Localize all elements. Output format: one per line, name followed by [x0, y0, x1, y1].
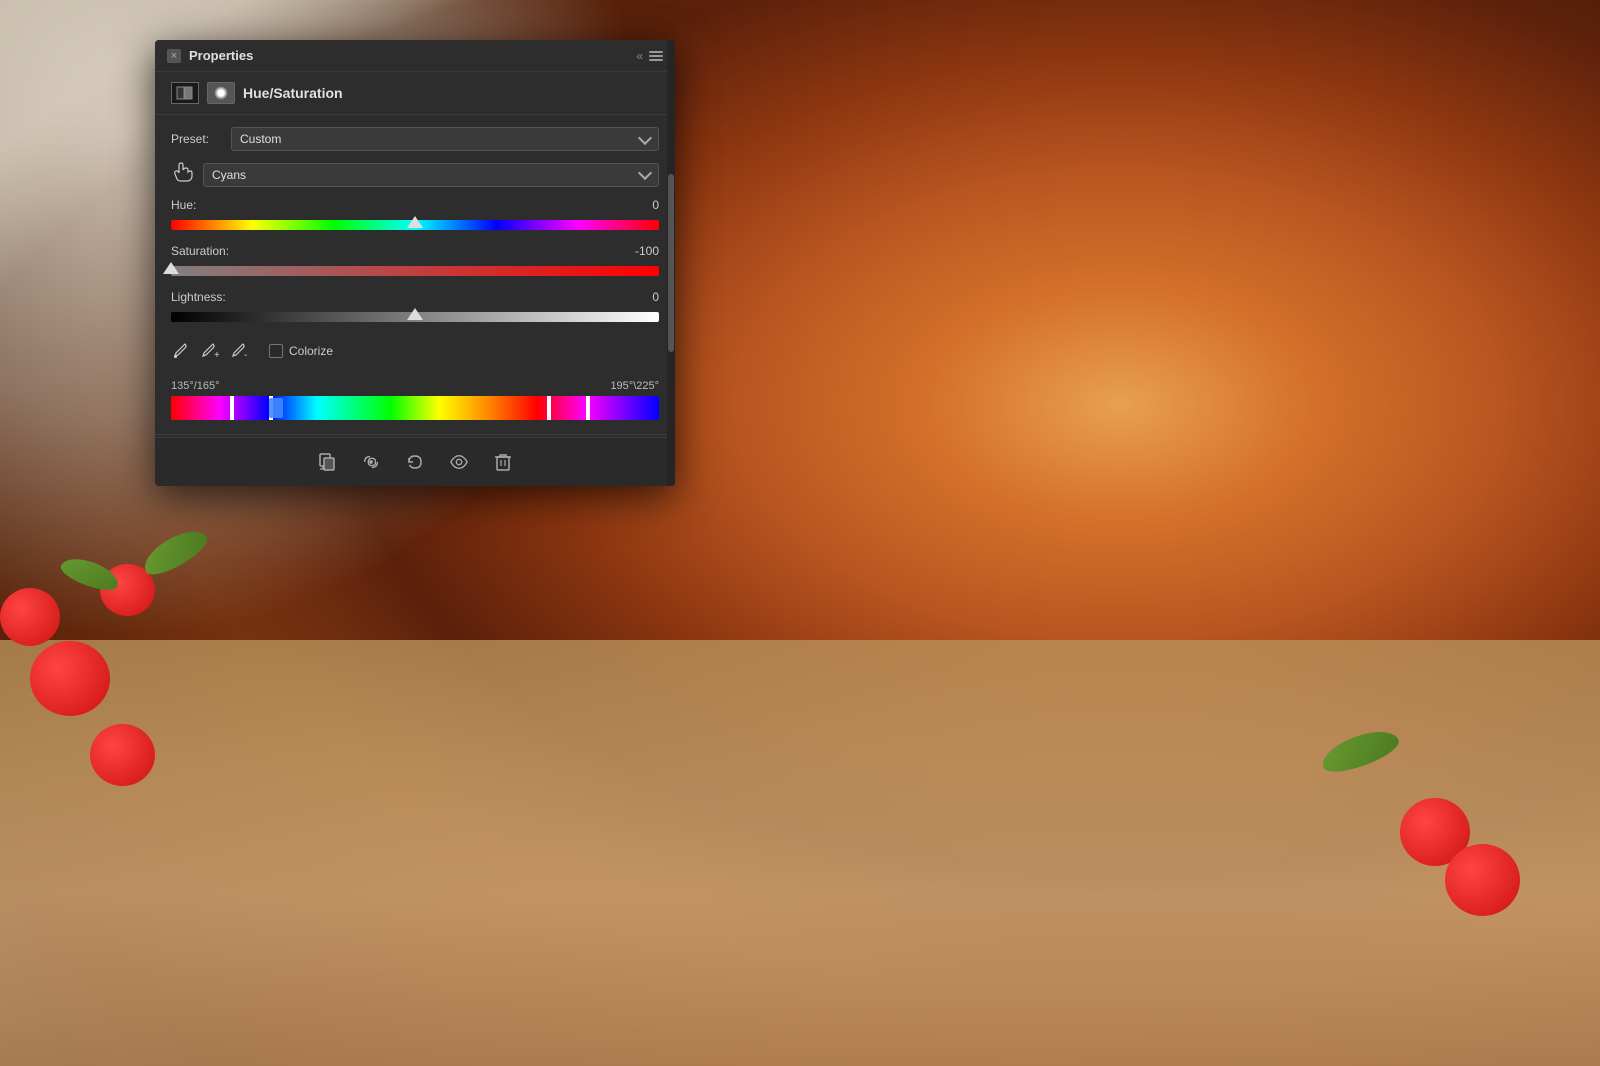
saturation-track	[171, 266, 659, 276]
adjustment-layer-icon[interactable]	[171, 82, 199, 104]
hue-label: Hue:	[171, 198, 196, 212]
collapse-button[interactable]: «	[636, 49, 643, 63]
saturation-section: Saturation: -100	[171, 244, 659, 280]
hue-section: Hue: 0	[171, 198, 659, 234]
channel-dropdown-arrow	[638, 166, 652, 180]
saturation-slider[interactable]	[171, 262, 659, 280]
hue-slider[interactable]	[171, 216, 659, 234]
close-button[interactable]: ×	[167, 49, 181, 63]
panel-titlebar: × Properties «	[155, 40, 675, 72]
layer-header: Hue/Saturation	[155, 72, 675, 115]
trash-icon	[493, 452, 513, 472]
saturation-header: Saturation: -100	[171, 244, 659, 258]
colorize-row: Colorize	[269, 344, 333, 358]
wood-board	[0, 640, 1600, 1066]
scroll-thumb[interactable]	[668, 174, 674, 352]
tomato-decoration	[1445, 844, 1520, 916]
mask-icon[interactable]	[207, 82, 235, 104]
colorize-label: Colorize	[289, 344, 333, 358]
clip-to-layer-button[interactable]	[313, 448, 341, 476]
eyedropper-svg	[171, 342, 189, 360]
separator	[155, 434, 675, 435]
properties-panel: × Properties « Hue/Saturation	[155, 40, 675, 486]
channel-value: Cyans	[212, 168, 246, 182]
finger-tool-icon[interactable]	[171, 161, 193, 188]
color-range-strip[interactable]	[171, 396, 659, 420]
panel-title: Properties	[189, 48, 253, 63]
preset-label: Preset:	[171, 132, 221, 146]
panel-content: Preset: Custom Cyans Hue: 0	[155, 115, 675, 432]
reset-button[interactable]	[401, 448, 429, 476]
eyedropper-tool[interactable]	[171, 342, 189, 360]
panel-menu-button[interactable]	[649, 51, 663, 61]
layer-icon-svg	[176, 86, 194, 100]
lightness-thumb[interactable]	[407, 308, 423, 320]
eyedropper-sub-svg: -	[231, 342, 249, 360]
svg-text:-: -	[244, 350, 247, 360]
lightness-header: Lightness: 0	[171, 290, 659, 304]
preset-dropdown-arrow	[638, 130, 652, 144]
hue-thumb[interactable]	[407, 216, 423, 228]
hue-header: Hue: 0	[171, 198, 659, 212]
link-visibility-button[interactable]	[357, 448, 385, 476]
lightness-slider[interactable]	[171, 308, 659, 326]
range-handle-left1[interactable]	[230, 396, 234, 420]
clip-icon	[317, 452, 337, 472]
panel-header-title: Hue/Saturation	[243, 85, 343, 101]
panel-bottom-bar	[155, 437, 675, 486]
link-icon	[361, 452, 381, 472]
eyedropper-add-tool[interactable]: +	[201, 342, 219, 360]
saturation-label: Saturation:	[171, 244, 229, 258]
range-cyan-handle[interactable]	[269, 398, 283, 418]
preset-dropdown[interactable]: Custom	[231, 127, 659, 151]
saturation-value: -100	[635, 244, 659, 258]
reset-icon	[405, 452, 425, 472]
eyedropper-add-svg: +	[201, 342, 219, 360]
channel-dropdown[interactable]: Cyans	[203, 163, 659, 187]
svg-text:+: +	[214, 350, 219, 360]
panel-title-left: × Properties	[167, 48, 253, 63]
visibility-button[interactable]	[445, 448, 473, 476]
saturation-thumb[interactable]	[163, 262, 179, 274]
eyedropper-subtract-tool[interactable]: -	[231, 342, 249, 360]
color-range-labels: 135°/165° 195°\225°	[171, 380, 659, 392]
range-right-label: 195°\225°	[610, 380, 659, 392]
color-range-section: 135°/165° 195°\225°	[171, 376, 659, 420]
preset-row: Preset: Custom	[171, 127, 659, 151]
tomato-decoration	[30, 641, 110, 716]
lightness-label: Lightness:	[171, 290, 226, 304]
range-left-label: 135°/165°	[171, 380, 220, 392]
hue-value: 0	[652, 198, 659, 212]
channel-row: Cyans	[171, 161, 659, 188]
preset-value: Custom	[240, 132, 281, 146]
lightness-value: 0	[652, 290, 659, 304]
hand-svg	[171, 161, 193, 183]
colorize-checkbox[interactable]	[269, 344, 283, 358]
range-handle-right1[interactable]	[547, 396, 551, 420]
tomato-decoration	[0, 588, 60, 646]
range-handle-right2[interactable]	[586, 396, 590, 420]
tomato-decoration	[90, 724, 155, 786]
lightness-section: Lightness: 0	[171, 290, 659, 326]
tools-row: + - Colorize	[171, 336, 659, 366]
delete-button[interactable]	[489, 448, 517, 476]
eye-icon	[449, 452, 469, 472]
panel-scrollbar[interactable]	[667, 40, 675, 486]
